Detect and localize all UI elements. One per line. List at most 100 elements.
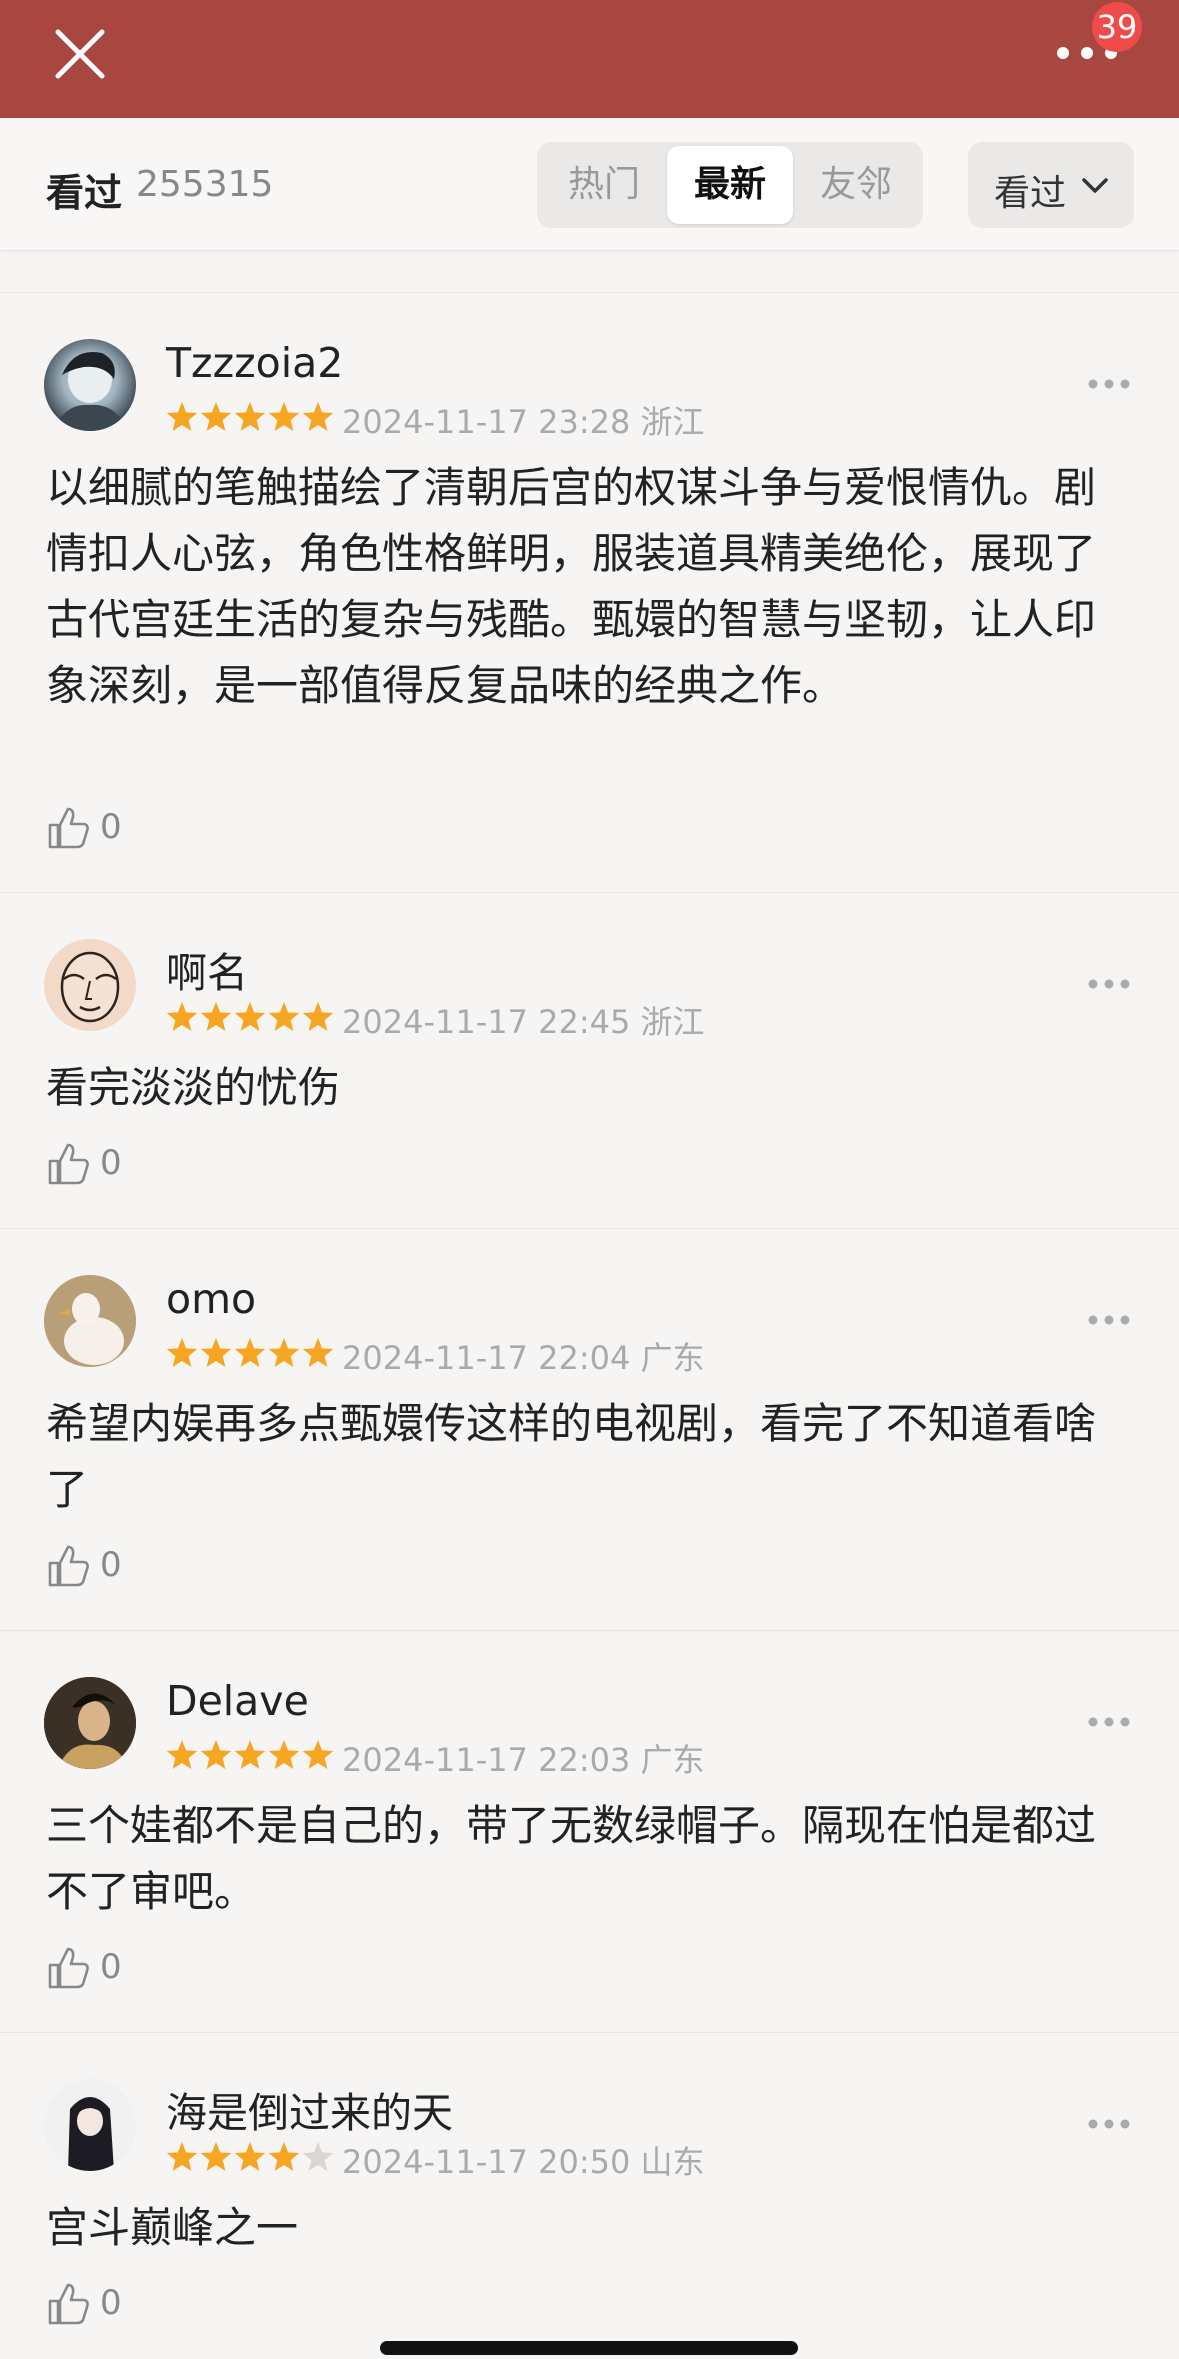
tab-friends[interactable]: 友邻 xyxy=(793,146,919,224)
status-dropdown[interactable]: 看过 xyxy=(968,142,1134,228)
avatar[interactable] xyxy=(44,2079,136,2171)
filter-bar: 看过 255315 热门 最新 友邻 看过 xyxy=(0,118,1179,251)
review-item: 啊名 2024-11-17 22:45 浙江 看完淡淡的忧伤 0 xyxy=(0,892,1179,1229)
review-meta: 2024-11-17 23:28 浙江 xyxy=(342,397,705,443)
star-rating xyxy=(166,1002,334,1031)
review-text: 三个娃都不是自己的，带了无数绿帽子。隔现在怕是都过不了审吧。 xyxy=(46,1801,1097,1916)
star-icon xyxy=(302,1002,334,1031)
more-horizontal-icon[interactable] xyxy=(1086,2117,1132,2131)
review-item: Delave 2024-11-17 22:03 广东 三个娃都不是自己的，带了无… xyxy=(0,1630,1179,2033)
star-icon xyxy=(268,402,300,431)
star-icon xyxy=(166,1002,198,1031)
avatar[interactable] xyxy=(44,339,136,431)
review-date: 2024-11-17 20:50 xyxy=(342,2143,631,2181)
review-date: 2024-11-17 22:45 xyxy=(342,1003,631,1041)
like-count: 0 xyxy=(100,1143,122,1183)
avatar-image xyxy=(44,1677,136,1769)
sort-tabs: 热门 最新 友邻 xyxy=(537,142,923,228)
star-icon xyxy=(268,2142,300,2171)
more-horizontal-icon[interactable] xyxy=(1086,377,1132,391)
like-count: 0 xyxy=(100,1545,122,1585)
review-text: 希望内娱再多点甄嬛传这样的电视剧，看完了不知道看啥了 xyxy=(46,1399,1097,1514)
thumbs-up-icon xyxy=(48,807,89,849)
review-date: 2024-11-17 22:04 xyxy=(342,1339,631,1377)
review-text: 看完淡淡的忧伤 xyxy=(46,1063,341,1112)
review-date: 2024-11-17 23:28 xyxy=(342,403,631,441)
review-meta: 2024-11-17 20:50 山东 xyxy=(342,2137,705,2183)
thumbs-up-icon xyxy=(48,1143,89,1185)
tab-latest[interactable]: 最新 xyxy=(667,146,793,224)
avatar-image xyxy=(54,351,128,431)
star-icon xyxy=(166,2142,198,2171)
home-indicator[interactable] xyxy=(380,2341,798,2355)
username[interactable]: Tzzzoia2 xyxy=(166,339,343,387)
avatar-image xyxy=(44,1275,136,1367)
review-text: 宫斗巅峰之一 xyxy=(46,2203,299,2252)
review-location: 浙江 xyxy=(640,403,705,441)
star-icon xyxy=(200,402,232,431)
review-location: 广东 xyxy=(640,1339,705,1377)
star-icon xyxy=(200,1002,232,1031)
review-location: 山东 xyxy=(640,2143,705,2181)
star-icon xyxy=(166,1740,198,1769)
tab-hot[interactable]: 热门 xyxy=(541,146,667,224)
review-meta: 2024-11-17 22:45 浙江 xyxy=(342,997,705,1043)
notification-badge: 39 xyxy=(1092,2,1142,52)
avatar[interactable] xyxy=(44,1677,136,1769)
username[interactable]: omo xyxy=(166,1275,256,1323)
review-item: Tzzzoia2 2024-11-17 23:28 浙江 以细腻的笔触描绘了清朝… xyxy=(0,292,1179,893)
review-item: omo 2024-11-17 22:04 广东 希望内娱再多点甄嬛传这样的电视剧… xyxy=(0,1228,1179,1631)
like-count: 0 xyxy=(100,807,122,847)
like-count: 0 xyxy=(100,2283,122,2323)
star-icon xyxy=(234,1002,266,1031)
star-icon xyxy=(234,2142,266,2171)
star-icon xyxy=(234,1338,266,1367)
star-rating xyxy=(166,402,334,431)
chevron-down-icon xyxy=(1082,178,1108,193)
star-icon xyxy=(302,1338,334,1367)
thumbs-up-icon xyxy=(48,1545,89,1587)
review-text: 以细腻的笔触描绘了清朝后宫的权谋斗争与爱恨情仇。剧情扣人心弦，角色性格鲜明，服装… xyxy=(46,463,1097,710)
star-icon xyxy=(166,402,198,431)
star-icon xyxy=(268,1740,300,1769)
review-meta: 2024-11-17 22:04 广东 xyxy=(342,1333,705,1379)
star-rating xyxy=(166,1740,334,1769)
star-icon xyxy=(268,1002,300,1031)
more-horizontal-icon[interactable] xyxy=(1086,1313,1132,1327)
top-bar: 39 xyxy=(0,0,1179,118)
review-location: 浙江 xyxy=(640,1003,705,1041)
review-date: 2024-11-17 22:03 xyxy=(342,1741,631,1779)
star-icon xyxy=(166,1338,198,1367)
more-horizontal-icon[interactable] xyxy=(1086,977,1132,991)
like-count: 0 xyxy=(100,1947,122,1987)
more-horizontal-icon[interactable] xyxy=(1086,1715,1132,1729)
thumbs-up-icon xyxy=(48,2283,89,2325)
filter-title: 看过 xyxy=(46,171,123,215)
avatar-image xyxy=(60,951,120,1023)
review-location: 广东 xyxy=(640,1741,705,1779)
star-rating xyxy=(166,1338,334,1367)
thumbs-up-icon xyxy=(48,1947,89,1989)
rating-count: 255315 xyxy=(136,164,274,205)
star-icon xyxy=(200,1338,232,1367)
username[interactable]: Delave xyxy=(166,1677,309,1725)
review-item: 海是倒过来的天 2024-11-17 20:50 山东 宫斗巅峰之一 0 xyxy=(0,2032,1179,2359)
username[interactable]: 海是倒过来的天 xyxy=(166,2079,453,2139)
avatar-image xyxy=(44,2079,136,2171)
review-meta: 2024-11-17 22:03 广东 xyxy=(342,1735,705,1781)
star-icon xyxy=(302,1740,334,1769)
dropdown-label: 看过 xyxy=(994,173,1067,214)
close-button[interactable] xyxy=(52,26,108,82)
avatar[interactable] xyxy=(44,939,136,1031)
star-icon xyxy=(268,1338,300,1367)
close-icon xyxy=(55,29,105,79)
star-icon xyxy=(200,2142,232,2171)
star-icon xyxy=(302,2142,334,2171)
star-icon xyxy=(234,402,266,431)
star-icon xyxy=(302,402,334,431)
star-rating xyxy=(166,2142,334,2171)
star-icon xyxy=(200,1740,232,1769)
avatar[interactable] xyxy=(44,1275,136,1367)
star-icon xyxy=(234,1740,266,1769)
username[interactable]: 啊名 xyxy=(166,939,248,999)
